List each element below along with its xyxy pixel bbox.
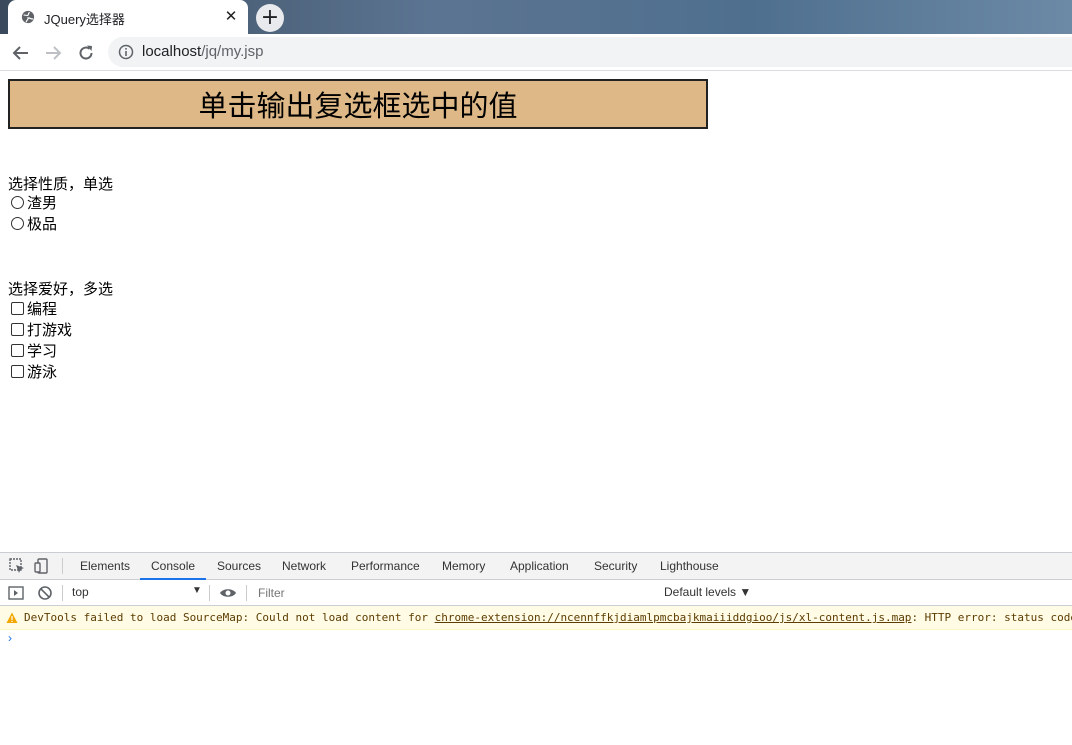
checkbox-option[interactable]: 打游戏 [11,319,72,339]
console-toolbar: top ▼ Default levels ▼ [0,580,1072,606]
devtools-tab-security[interactable]: Security [594,553,637,580]
checkbox-option-label: 游泳 [27,362,58,381]
url-path: /jq/my.jsp [201,43,264,60]
devtools-tab-memory[interactable]: Memory [442,553,485,580]
url-host: localhost [142,43,202,60]
checkbox-option[interactable]: 游泳 [11,361,57,381]
info-icon[interactable] [118,44,134,60]
warning-suffix: : HTTP error: status code 404, net::ERR_… [911,611,1072,624]
toolbar-divider [246,585,247,601]
browser-tab[interactable]: JQuery选择器 ✕ [8,0,248,34]
radio-option[interactable]: 渣男 [11,192,57,212]
tab-title: JQuery选择器 [44,12,125,27]
inspect-element-icon[interactable] [8,557,26,575]
checkbox[interactable] [11,364,24,378]
devtools-panel: Elements Console Sources Network Perform… [0,552,1072,745]
radio-option-label: 极品 [27,214,58,233]
devtools-tab-elements[interactable]: Elements [80,553,130,580]
checkbox[interactable] [11,301,24,315]
context-dropdown-icon[interactable]: ▼ [192,585,202,596]
checkbox-option-label: 学习 [27,341,58,360]
console-warning-row: DevTools failed to load SourceMap: Could… [0,606,1072,630]
context-selector[interactable]: top [72,585,89,599]
device-toolbar-icon[interactable] [33,557,51,575]
reload-icon [79,45,93,60]
checkbox-option[interactable]: 编程 [11,298,57,318]
checkbox[interactable] [11,343,24,357]
checkbox-option[interactable]: 学习 [11,340,57,360]
new-tab-button[interactable]: + [256,4,284,32]
warning-prefix: DevTools failed to load SourceMap: Could… [24,611,435,624]
toolbar-divider [62,558,63,574]
clear-console-icon[interactable] [36,584,54,602]
devtools-tab-application[interactable]: Application [510,553,569,580]
address-bar[interactable]: localhost/jq/my.jsp [108,37,1072,67]
reload-button[interactable] [73,40,99,66]
checkbox[interactable] [11,322,24,336]
browser-toolbar: localhost/jq/my.jsp [0,34,1072,71]
eye-icon[interactable] [219,584,237,602]
checkbox-option-label: 编程 [27,299,58,318]
devtools-tab-performance[interactable]: Performance [351,553,420,580]
back-arrow-icon [12,46,28,60]
devtools-tab-lighthouse[interactable]: Lighthouse [660,553,719,580]
radio-button[interactable] [11,216,24,230]
devtools-tab-console[interactable]: Console [140,553,207,580]
devtools-tab-sources[interactable]: Sources [217,553,261,580]
console-prompt[interactable]: › [8,631,12,645]
radio-button[interactable] [11,195,24,209]
forward-arrow-icon [46,46,62,60]
toolbar-divider [209,585,210,601]
checkbox-group-label: 选择爱好，多选 [8,280,114,298]
warning-message: DevTools failed to load SourceMap: Could… [24,611,1072,624]
sourcemap-link[interactable]: chrome-extension://ncennffkjdiamlpmcbajk… [435,611,912,624]
devtools-tabbar: Elements Console Sources Network Perform… [0,553,1072,580]
log-levels-dropdown[interactable]: Default levels ▼ [664,585,751,599]
tab-close-icon[interactable]: ✕ [222,7,240,25]
globe-icon [21,10,35,24]
sidebar-toggle-icon[interactable] [7,584,25,602]
radio-option[interactable]: 极品 [11,213,57,233]
checkbox-option-label: 打游戏 [27,320,73,339]
tab-strip: JQuery选择器 ✕ + [0,0,1072,34]
radio-group-label: 选择性质，单选 [8,175,114,193]
output-checked-values-button[interactable]: 单击输出复选框选中的值 [8,79,708,129]
page-content: 单击输出复选框选中的值 选择性质，单选 渣男 极品 选择爱好，多选 编程 打游戏… [0,72,1072,552]
console-filter-input[interactable] [254,583,654,603]
radio-option-label: 渣男 [27,193,58,212]
devtools-tab-network[interactable]: Network [282,553,326,580]
forward-button[interactable] [40,40,66,66]
toolbar-divider [62,585,63,601]
back-button[interactable] [8,40,34,66]
warning-icon [6,612,18,623]
url-text: localhost/jq/my.jsp [142,43,263,60]
